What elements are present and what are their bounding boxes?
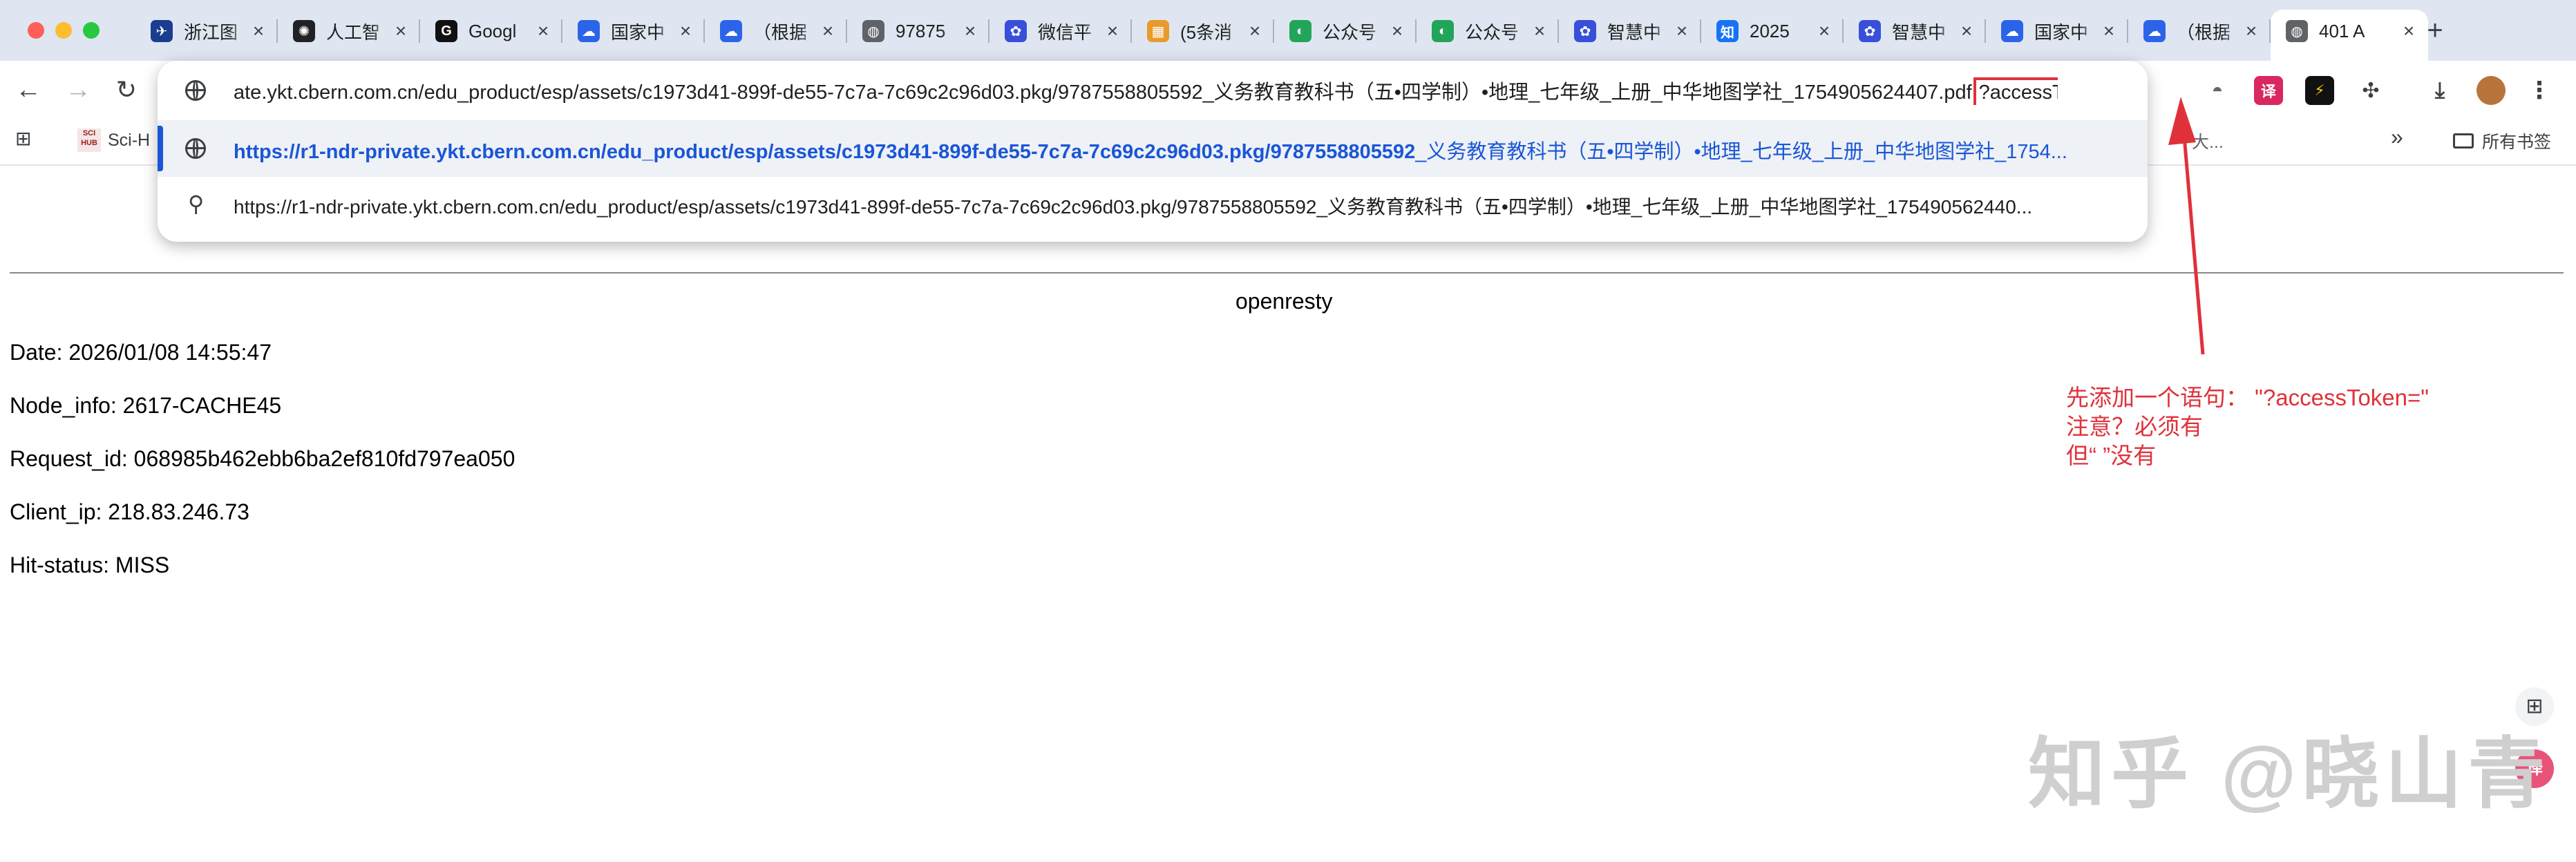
- note-line-2: 注意？必须有: [2066, 414, 2203, 439]
- note-line-3: 但“ ”没有: [2066, 443, 2157, 468]
- watermark: 知乎 @晓山青: [2028, 731, 2551, 817]
- annotation-note: 先添加一个语句： "?accessToken=" 注意？必须有 但“ ”没有: [2066, 383, 2429, 470]
- note-line-1: 先添加一个语句： "?accessToken=": [2066, 385, 2429, 410]
